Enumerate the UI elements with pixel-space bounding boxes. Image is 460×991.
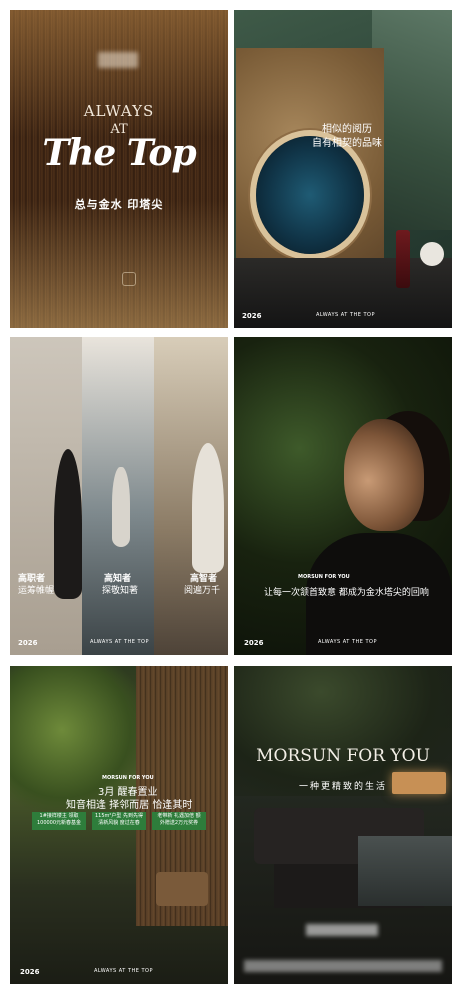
footer-tagline: ALWAYS AT THE TOP [94,968,154,974]
white-flower [420,242,444,266]
persona-2-subtitle: 探敬知著 [102,586,139,596]
water-feature [358,836,452,906]
subheadline: 一种更精致的生活 [298,782,387,792]
offer-badge-3: 老带新 礼遇加倍 额外赠送2万元奖券 [152,812,206,830]
headline-line-2: 知音相逢 择邻而居 恰逢其时 [66,800,193,811]
poster-always-at-the-top: ALWAYS AT The Top 总与金水 印塔尖 [10,10,228,328]
footer-tagline: ALWAYS AT THE TOP [90,639,150,645]
poster-three-personas: 高职者 运筹帷幄 高知者 探敬知著 高智者 阅遍万千 2026 ALWAYS A… [10,337,228,655]
year-label: 2026 [242,312,262,320]
man-standing [112,467,130,547]
poster-spring-offer: MORSUN FOR YOU 3月 醒春置业 知音相逢 择邻而居 恰逢其时 1#… [10,666,228,984]
woman-in-kitchen [192,443,224,573]
textured-stone-slab [236,48,384,268]
wine-bottle [396,230,410,288]
persona-3-subtitle: 阅遍万千 [184,586,221,596]
brand-label: MORSUN FOR YOU [102,775,154,781]
offer-badge-1: 1#接样楼主 领取100000元新春基金 [32,812,86,830]
quote-line-1: 相似的阅历 [322,124,372,135]
headline-always: ALWAYS [83,102,155,120]
blurred-disclaimer [244,960,442,972]
brand-mark-icon [122,272,136,286]
woman-face-profile [344,419,424,531]
headline-the-top: The Top [42,132,196,174]
blurred-logo [306,924,378,936]
year-label: 2026 [244,639,264,647]
headline: 让每一次颔首致意 都成为金水塔尖的回响 [264,588,429,598]
brand-label: MORSUN FOR YOU [298,574,350,580]
slogan: 总与金水 印塔尖 [74,198,164,211]
offer-badge-2: 115m²户型 先到先得 清新风貌 度过在春 [92,812,146,830]
blue-stone-opening [256,136,364,254]
footer-tagline: ALWAYS AT THE TOP [318,639,378,645]
headline: MORSUN FOR YOU [256,746,430,766]
footer-tagline: ALWAYS AT THE TOP [316,312,376,318]
poster-refined-living: MORSUN FOR YOU 一种更精致的生活 [234,666,452,984]
quote-line-2: 自有相契的品味 [312,138,382,149]
poster-woman-portrait: MORSUN FOR YOU 让每一次颔首致意 都成为金水塔尖的回响 2026 … [234,337,452,655]
lounge-chair [156,872,208,906]
year-label: 2026 [20,968,40,976]
marble-wall [372,10,452,230]
woman-at-laptop [54,449,82,599]
poster-stone-taste: 相似的阅历 自有相契的品味 2026 ALWAYS AT THE TOP [234,10,452,328]
persona-1-subtitle: 运筹帷幄 [18,586,55,596]
blurred-logo [98,52,138,68]
year-label: 2026 [18,639,38,647]
